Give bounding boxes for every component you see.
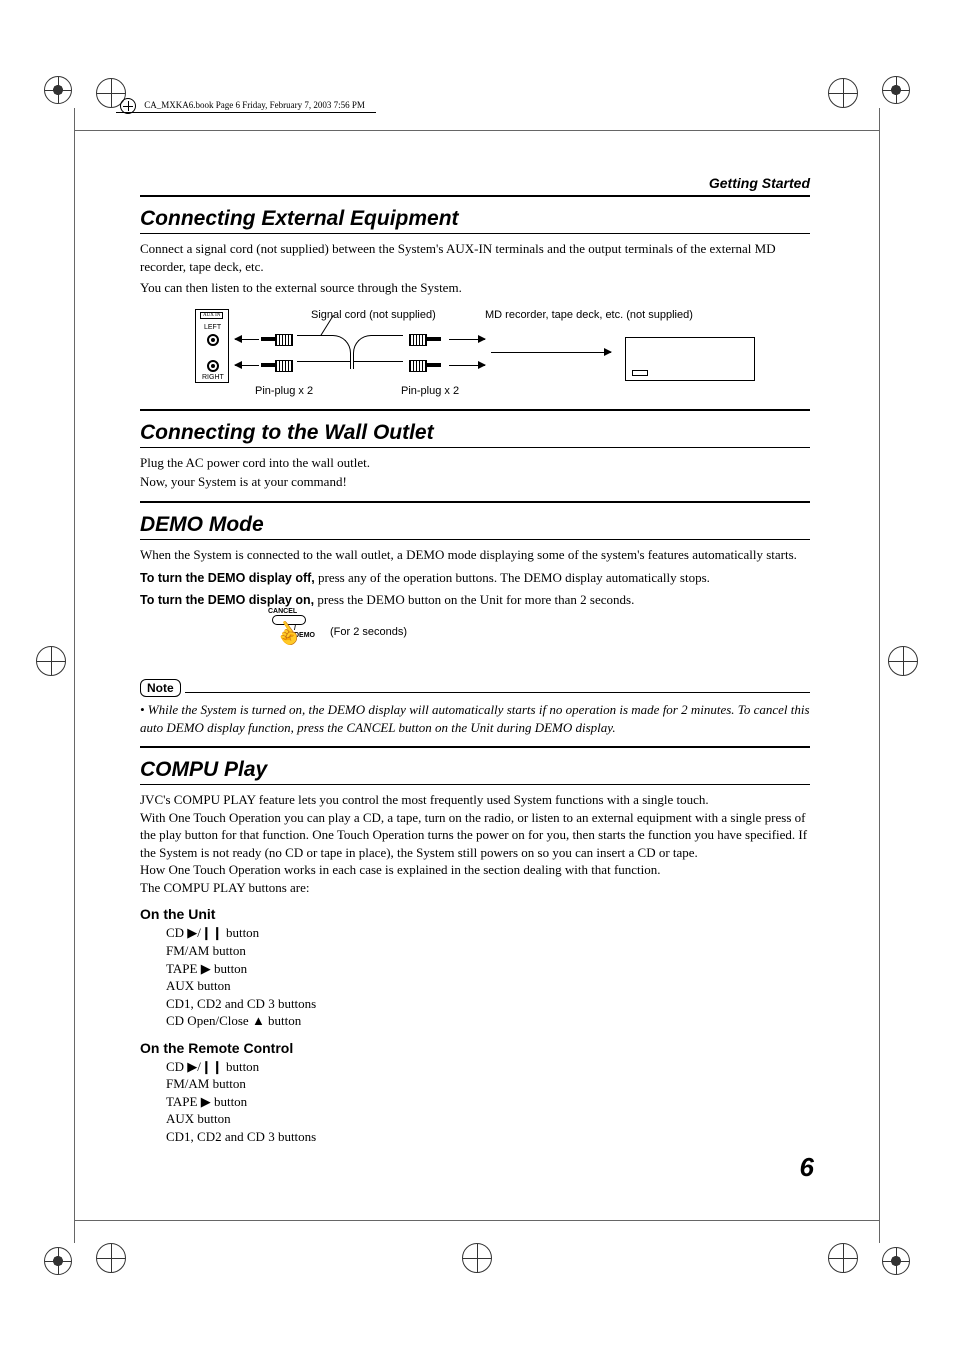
list-item: CD ▶/❙❙ button xyxy=(166,924,810,942)
demo-on-line: To turn the DEMO display on, press the D… xyxy=(140,591,810,609)
crop-mark-tr xyxy=(828,78,858,108)
trim-left xyxy=(74,108,75,1243)
list-item: TAPE ▶ button xyxy=(166,1093,810,1111)
s2-p2: Now, your System is at your command! xyxy=(140,473,810,491)
section-rule xyxy=(140,409,810,411)
cable-icon xyxy=(353,361,403,371)
arrow-icon xyxy=(235,339,259,340)
demo-on-label: To turn the DEMO display on, xyxy=(140,593,314,607)
crop-mark-ml xyxy=(36,646,66,676)
page-content: Getting Started Connecting External Equi… xyxy=(140,175,810,1145)
pinplug-label-2: Pin-plug x 2 xyxy=(401,385,459,397)
crop-mark-bc xyxy=(462,1243,492,1273)
cancel-label: CANCEL xyxy=(268,608,297,615)
arrow-icon xyxy=(235,365,259,366)
page-number: 6 xyxy=(800,1152,814,1183)
list-item: FM/AM button xyxy=(166,1075,810,1093)
list-item: AUX button xyxy=(166,977,810,995)
arrow-icon xyxy=(491,352,611,353)
arrow-icon xyxy=(449,365,485,366)
s1-p1: Connect a signal cord (not supplied) bet… xyxy=(140,240,810,275)
section-connecting-ext: Connecting External Equipment xyxy=(140,207,810,231)
s4-p3: How One Touch Operation works in each ca… xyxy=(140,861,810,879)
reg-mark-br xyxy=(882,1247,910,1275)
section-rule xyxy=(140,746,810,748)
list-item: CD1, CD2 and CD 3 buttons xyxy=(166,1128,810,1146)
for2sec: (For 2 seconds) xyxy=(330,626,407,638)
plug-icon xyxy=(261,360,297,370)
note-rule xyxy=(185,692,810,693)
demo-button-diagram: CANCEL / DEMO ☝ (For 2 seconds) xyxy=(260,615,810,649)
note-header-row: Note xyxy=(140,665,810,697)
remote-list: CD ▶/❙❙ button FM/AM button TAPE ▶ butto… xyxy=(140,1058,810,1146)
header-rule xyxy=(140,195,810,197)
left-label: LEFT xyxy=(204,324,221,331)
cable-icon xyxy=(297,361,351,371)
section-compu-play: COMPU Play xyxy=(140,758,810,782)
s1-p2: You can then listen to the external sour… xyxy=(140,279,810,297)
demo-off-text: press any of the operation buttons. The … xyxy=(315,570,710,585)
section-rule xyxy=(140,501,810,503)
trim-bottom xyxy=(74,1220,880,1221)
section-rule xyxy=(140,784,810,785)
trim-right xyxy=(879,108,880,1243)
md-jack xyxy=(632,370,648,376)
section-rule xyxy=(140,233,810,234)
md-recorder-box xyxy=(625,337,755,381)
crop-mark-br xyxy=(828,1243,858,1273)
list-item: CD ▶/❙❙ button xyxy=(166,1058,810,1076)
on-unit-head: On the Unit xyxy=(140,906,810,922)
s2-p1: Plug the AC power cord into the wall out… xyxy=(140,454,810,472)
demo-on-text: press the DEMO button on the Unit for mo… xyxy=(314,592,634,607)
trim-top xyxy=(74,130,880,131)
running-header: Getting Started xyxy=(140,175,810,191)
demo-off-label: To turn the DEMO display off, xyxy=(140,571,315,585)
on-remote-head: On the Remote Control xyxy=(140,1040,810,1056)
list-item: CD Open/Close ▲ button xyxy=(166,1012,810,1030)
list-item: TAPE ▶ button xyxy=(166,960,810,978)
reg-mark-bl xyxy=(44,1247,72,1275)
signal-cord-label: Signal cord (not supplied) xyxy=(311,309,436,321)
right-jack xyxy=(207,360,219,372)
right-label: RIGHT xyxy=(202,374,224,381)
list-item: FM/AM button xyxy=(166,942,810,960)
crop-mark-bl xyxy=(96,1243,126,1273)
section-rule xyxy=(140,447,810,448)
md-label: MD recorder, tape deck, etc. (not suppli… xyxy=(485,309,693,321)
book-rule xyxy=(116,112,376,113)
s4-p1: JVC's COMPU PLAY feature lets you contro… xyxy=(140,791,810,809)
list-item: AUX button xyxy=(166,1110,810,1128)
section-demo: DEMO Mode xyxy=(140,513,810,537)
plug-icon xyxy=(405,360,441,370)
pinplug-label-1: Pin-plug x 2 xyxy=(255,385,313,397)
section-rule xyxy=(140,539,810,540)
note-text: • While the System is turned on, the DEM… xyxy=(140,701,810,736)
list-item: CD1, CD2 and CD 3 buttons xyxy=(166,995,810,1013)
plug-icon xyxy=(261,334,297,344)
arrow-icon xyxy=(449,339,485,340)
connection-diagram: AUX IN LEFT RIGHT Signal cord (not suppl… xyxy=(195,309,755,399)
plug-icon xyxy=(405,334,441,344)
left-jack xyxy=(207,334,219,346)
crop-mark-mr xyxy=(888,646,918,676)
aux-in-panel: AUX IN LEFT RIGHT xyxy=(195,309,229,383)
reg-mark-tl xyxy=(44,76,72,104)
s4-p2: With One Touch Operation you can play a … xyxy=(140,809,810,862)
section-wall-outlet: Connecting to the Wall Outlet xyxy=(140,421,810,445)
demo-off-line: To turn the DEMO display off, press any … xyxy=(140,569,810,587)
s4-p4: The COMPU PLAY buttons are: xyxy=(140,879,810,897)
unit-list: CD ▶/❙❙ button FM/AM button TAPE ▶ butto… xyxy=(140,924,810,1029)
note-badge: Note xyxy=(140,679,181,697)
s3-p1: When the System is connected to the wall… xyxy=(140,546,810,564)
reg-mark-tr xyxy=(882,76,910,104)
aux-in-label: AUX IN xyxy=(200,312,223,319)
